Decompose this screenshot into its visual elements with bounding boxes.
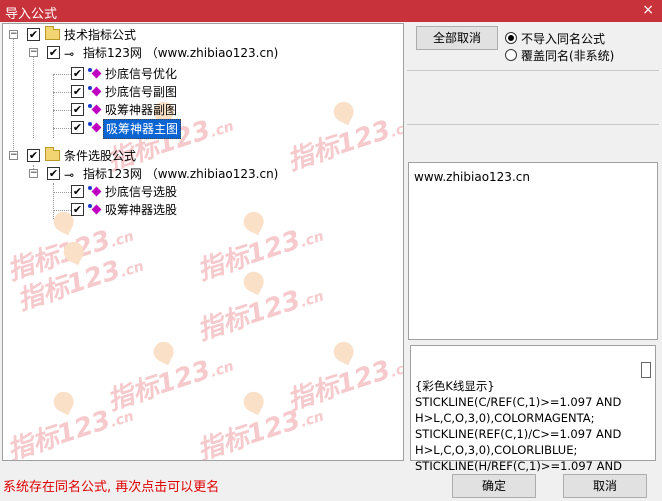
code-line: STICKLINE(C/REF(C,1)>=1.097 AND bbox=[415, 395, 622, 409]
formula-dot-icon bbox=[88, 122, 92, 126]
node-label: 技术指标公式 bbox=[64, 28, 137, 42]
overwrite-duplicate-label: 覆盖同名(非系统) bbox=[521, 49, 615, 63]
overwrite-duplicate-radio[interactable] bbox=[505, 49, 517, 61]
close-icon[interactable]: × bbox=[642, 2, 654, 18]
node-label: 抄底信号选股 bbox=[105, 185, 178, 199]
formula-dot-icon bbox=[88, 86, 92, 90]
watermark-logo: 指标123.cn bbox=[190, 263, 336, 347]
folder-icon bbox=[45, 147, 60, 161]
node-label: 吸筹神器选股 bbox=[105, 203, 178, 217]
tree-node-zhibiao123[interactable]: − ✔ ⊸ 指标123网 （www.zhibiao123.cn) bbox=[3, 165, 403, 183]
cancel-all-button[interactable]: 全部取消 bbox=[416, 26, 498, 50]
tree-node-zhibiao123[interactable]: − ✔ ⊸ 指标123网 （www.zhibiao123.cn) bbox=[3, 44, 403, 62]
collapse-toggle[interactable]: − bbox=[9, 30, 18, 39]
node-checkbox[interactable]: ✔ bbox=[71, 67, 84, 80]
tree-node-formula[interactable]: ✔ 吸筹神器选股 bbox=[3, 201, 403, 219]
collapse-toggle[interactable]: − bbox=[29, 48, 38, 57]
node-label: 指标123网 （www.zhibiao123.cn) bbox=[83, 167, 279, 181]
node-checkbox[interactable]: ✔ bbox=[27, 149, 40, 162]
formula-icon bbox=[91, 68, 102, 79]
formula-dot-icon bbox=[88, 104, 92, 108]
node-checkbox[interactable]: ✔ bbox=[71, 203, 84, 216]
formula-icon bbox=[91, 104, 102, 115]
skip-duplicate-radio[interactable] bbox=[505, 32, 517, 44]
code-line: {彩色K线显示} bbox=[415, 379, 495, 393]
watermark-logo: 指标123.cn bbox=[280, 333, 403, 417]
description-text: www.zhibiao123.cn bbox=[414, 170, 530, 184]
tree-node-stock-selection[interactable]: − ✔ 条件选股公式 bbox=[3, 147, 403, 165]
key-icon: ⊸ bbox=[64, 168, 75, 182]
ok-button[interactable]: 确定 bbox=[452, 474, 536, 498]
code-line: STICKLINE(REF(C,1)/C>=1.097 AND bbox=[415, 427, 622, 441]
code-line: H>L,C,O,3,0),COLORLIBLUE; bbox=[415, 443, 578, 457]
key-icon: ⊸ bbox=[64, 47, 75, 61]
status-message: 系统存在同名公式, 再次点击可以更名 bbox=[3, 480, 220, 495]
node-checkbox[interactable]: ✔ bbox=[27, 28, 40, 41]
formula-icon bbox=[91, 186, 102, 197]
formula-icon bbox=[91, 122, 102, 133]
node-checkbox[interactable]: ✔ bbox=[71, 103, 84, 116]
node-label: 吸筹神器主图 bbox=[103, 119, 182, 139]
formula-description-panel: www.zhibiao123.cn bbox=[408, 162, 658, 340]
scrollbar-thumb[interactable] bbox=[641, 362, 651, 378]
formula-tree[interactable]: 指标123.cn 指标123.cn 指标123.cn 指标123.cn 指标12… bbox=[2, 23, 404, 461]
node-label: 抄底信号副图 bbox=[105, 85, 178, 99]
node-label: 条件选股公式 bbox=[64, 149, 137, 163]
formula-dot-icon bbox=[88, 186, 92, 190]
node-checkbox[interactable]: ✔ bbox=[47, 167, 60, 180]
cancel-button[interactable]: 取消 bbox=[563, 474, 647, 498]
node-checkbox[interactable]: ✔ bbox=[71, 85, 84, 98]
code-lines: {彩色K线显示} STICKLINE(C/REF(C,1)>=1.097 AND… bbox=[415, 362, 622, 474]
watermark-logo: 指标123.cn bbox=[3, 383, 146, 460]
watermark-logo: 指标123.cn bbox=[190, 383, 336, 460]
node-label: 指标123网 （www.zhibiao123.cn) bbox=[83, 46, 279, 60]
separator bbox=[407, 70, 659, 160]
tree-node-formula[interactable]: ✔ 抄底信号优化 bbox=[3, 65, 403, 83]
formula-code-preview[interactable]: {彩色K线显示} STICKLINE(C/REF(C,1)>=1.097 AND… bbox=[410, 345, 656, 473]
title-bar: 导入公式 × bbox=[0, 0, 662, 22]
node-label: 抄底信号优化 bbox=[105, 67, 178, 81]
tree-node-formula[interactable]: ✔ 抄底信号选股 bbox=[3, 183, 403, 201]
tree-node-tech-indicators[interactable]: − ✔ 技术指标公式 bbox=[3, 26, 403, 44]
tree-node-formula-selected[interactable]: ✔ 吸筹神器主图 bbox=[3, 119, 403, 139]
node-label: 吸筹神器副图 bbox=[105, 103, 178, 117]
formula-dot-icon bbox=[88, 204, 92, 208]
node-checkbox[interactable]: ✔ bbox=[71, 121, 84, 134]
skip-duplicate-label: 不导入同名公式 bbox=[521, 32, 606, 46]
code-line: H>L,C,O,3,0),COLORMAGENTA; bbox=[415, 411, 595, 425]
formula-icon bbox=[91, 204, 102, 215]
formula-icon bbox=[91, 86, 102, 97]
tree-node-formula[interactable]: ✔ 抄底信号副图 bbox=[3, 83, 403, 101]
folder-icon bbox=[45, 26, 60, 40]
watermark-logo: 指标123.cn bbox=[100, 333, 246, 417]
tree-node-formula[interactable]: ✔ 吸筹神器副图 bbox=[3, 101, 403, 119]
node-checkbox[interactable]: ✔ bbox=[71, 185, 84, 198]
collapse-toggle[interactable]: − bbox=[9, 151, 18, 160]
collapse-toggle[interactable]: − bbox=[29, 169, 38, 178]
window-title: 导入公式 bbox=[5, 7, 58, 22]
watermark-logo: 指标123.cn bbox=[10, 233, 156, 317]
code-line: STICKLINE(H/REF(C,1)>=1.097 AND bbox=[415, 459, 622, 473]
separator bbox=[407, 124, 659, 125]
formula-dot-icon bbox=[88, 68, 92, 72]
node-checkbox[interactable]: ✔ bbox=[47, 46, 60, 59]
